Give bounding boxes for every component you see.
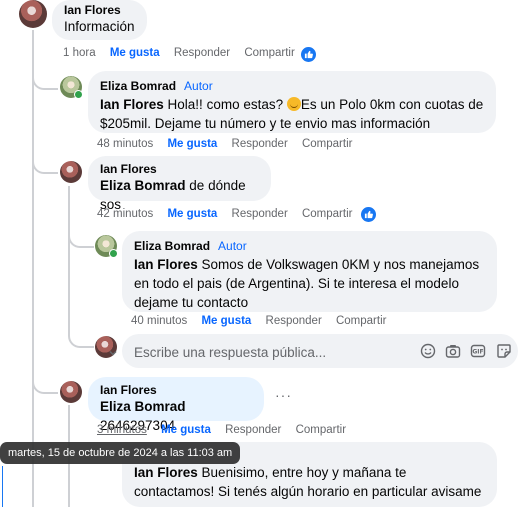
- reply-bubble: Ian Flores Eliza Bomrad de dónde sos: [88, 156, 271, 212]
- reply-author[interactable]: Eliza Bomrad: [134, 239, 210, 253]
- reply-bubble: Eliza Bomrad Autor Ian Flores Hola!! como…: [88, 71, 496, 133]
- reply-text: Ian Flores Hola!! como estas? Es un Polo…: [100, 97, 484, 131]
- sticker-icon[interactable]: [496, 343, 512, 359]
- reply-actions: 3 minutos Me gusta Responder Compartir: [97, 424, 357, 436]
- camera-icon[interactable]: [445, 343, 461, 359]
- reply-actions: 42 minutos Me gusta Responder Compartir: [97, 208, 363, 220]
- like-reaction-icon[interactable]: [361, 207, 376, 222]
- chevron-down-icon[interactable]: [108, 348, 118, 358]
- reply-author[interactable]: Ian Flores: [100, 162, 259, 176]
- thread-line-sub: [68, 186, 70, 336]
- focus-indicator: [2, 466, 3, 507]
- like-button[interactable]: Me gusta: [110, 47, 160, 59]
- mention-link[interactable]: Ian Flores: [134, 257, 198, 272]
- like-reaction-icon[interactable]: [301, 47, 316, 62]
- comment-time[interactable]: 1 hora: [63, 47, 96, 59]
- author-badge: Autor: [184, 79, 213, 93]
- reply-time[interactable]: 48 minutos: [97, 138, 153, 150]
- share-button[interactable]: Compartir: [244, 47, 294, 59]
- mention-link[interactable]: Ian Flores: [100, 97, 164, 112]
- online-indicator-icon: [74, 90, 83, 99]
- more-options-icon[interactable]: ···: [275, 387, 292, 403]
- online-indicator-icon: [109, 249, 118, 258]
- reply-button[interactable]: Responder: [266, 315, 322, 327]
- reply-input[interactable]: [132, 341, 406, 363]
- avatar-ian-flores[interactable]: [19, 0, 47, 28]
- reply-author[interactable]: Ian Flores: [100, 383, 252, 397]
- reply-input-container: GIF: [122, 334, 518, 368]
- reply-button[interactable]: Responder: [232, 208, 288, 220]
- like-button[interactable]: Me gusta: [201, 315, 251, 327]
- mention-link[interactable]: Ian Flores: [134, 465, 198, 480]
- reply-text: Ian Flores Buenisimo, entre hoy y mañana…: [134, 465, 482, 499]
- thread-elbow-5: [32, 370, 58, 394]
- reply-text: Ian Flores Somos de Volkswagen 0KM y nos…: [134, 257, 480, 310]
- reply-time[interactable]: 3 minutos: [97, 424, 147, 436]
- avatar-ian-flores[interactable]: [60, 161, 82, 183]
- reply-actions: 48 minutos Me gusta Responder Compartir: [97, 138, 363, 150]
- reply-actions: 40 minutos Me gusta Responder Compartir: [131, 315, 397, 327]
- thread-elbow-4: [68, 326, 94, 348]
- share-button[interactable]: Compartir: [302, 208, 352, 220]
- comment-bubble: Ian Flores Información: [52, 0, 147, 40]
- thread-line-main: [32, 30, 34, 507]
- svg-text:GIF: GIF: [472, 349, 483, 356]
- author-badge: Autor: [218, 239, 247, 253]
- reply-author[interactable]: Eliza Bomrad: [100, 79, 176, 93]
- reply-button[interactable]: Responder: [174, 47, 230, 59]
- reply-time[interactable]: 42 minutos: [97, 208, 153, 220]
- reply-bubble: Ian Flores Eliza Bomrad 2646297304: [88, 377, 264, 433]
- mention-link[interactable]: Eliza Bomrad: [100, 178, 186, 193]
- share-button[interactable]: Compartir: [302, 138, 352, 150]
- reply-time[interactable]: 40 minutos: [131, 315, 187, 327]
- emoji-icon[interactable]: [420, 343, 436, 359]
- share-button[interactable]: Compartir: [296, 424, 346, 436]
- thread-elbow-1: [32, 66, 58, 90]
- comment-text: Información: [64, 19, 135, 34]
- share-button[interactable]: Compartir: [336, 315, 386, 327]
- gif-icon[interactable]: GIF: [470, 343, 486, 359]
- comment-actions: 1 hora Me gusta Responder Compartir: [63, 47, 306, 59]
- reply-button[interactable]: Responder: [225, 424, 281, 436]
- timestamp-tooltip: martes, 15 de octubre de 2024 a las 11:0…: [0, 442, 241, 464]
- comment-author[interactable]: Ian Flores: [64, 3, 135, 17]
- like-button[interactable]: Me gusta: [167, 138, 217, 150]
- like-button[interactable]: Me gusta: [167, 208, 217, 220]
- smile-emoji-icon: [286, 97, 301, 111]
- like-button[interactable]: Me gusta: [161, 424, 211, 436]
- thread-elbow-3: [68, 228, 94, 248]
- thread-elbow-2: [32, 150, 58, 174]
- reply-bubble: Eliza Bomrad Autor Ian Flores Somos de Vo…: [122, 231, 497, 312]
- mention-link[interactable]: Eliza Bomrad: [100, 399, 186, 414]
- avatar-ian-flores[interactable]: [60, 381, 82, 403]
- reply-button[interactable]: Responder: [232, 138, 288, 150]
